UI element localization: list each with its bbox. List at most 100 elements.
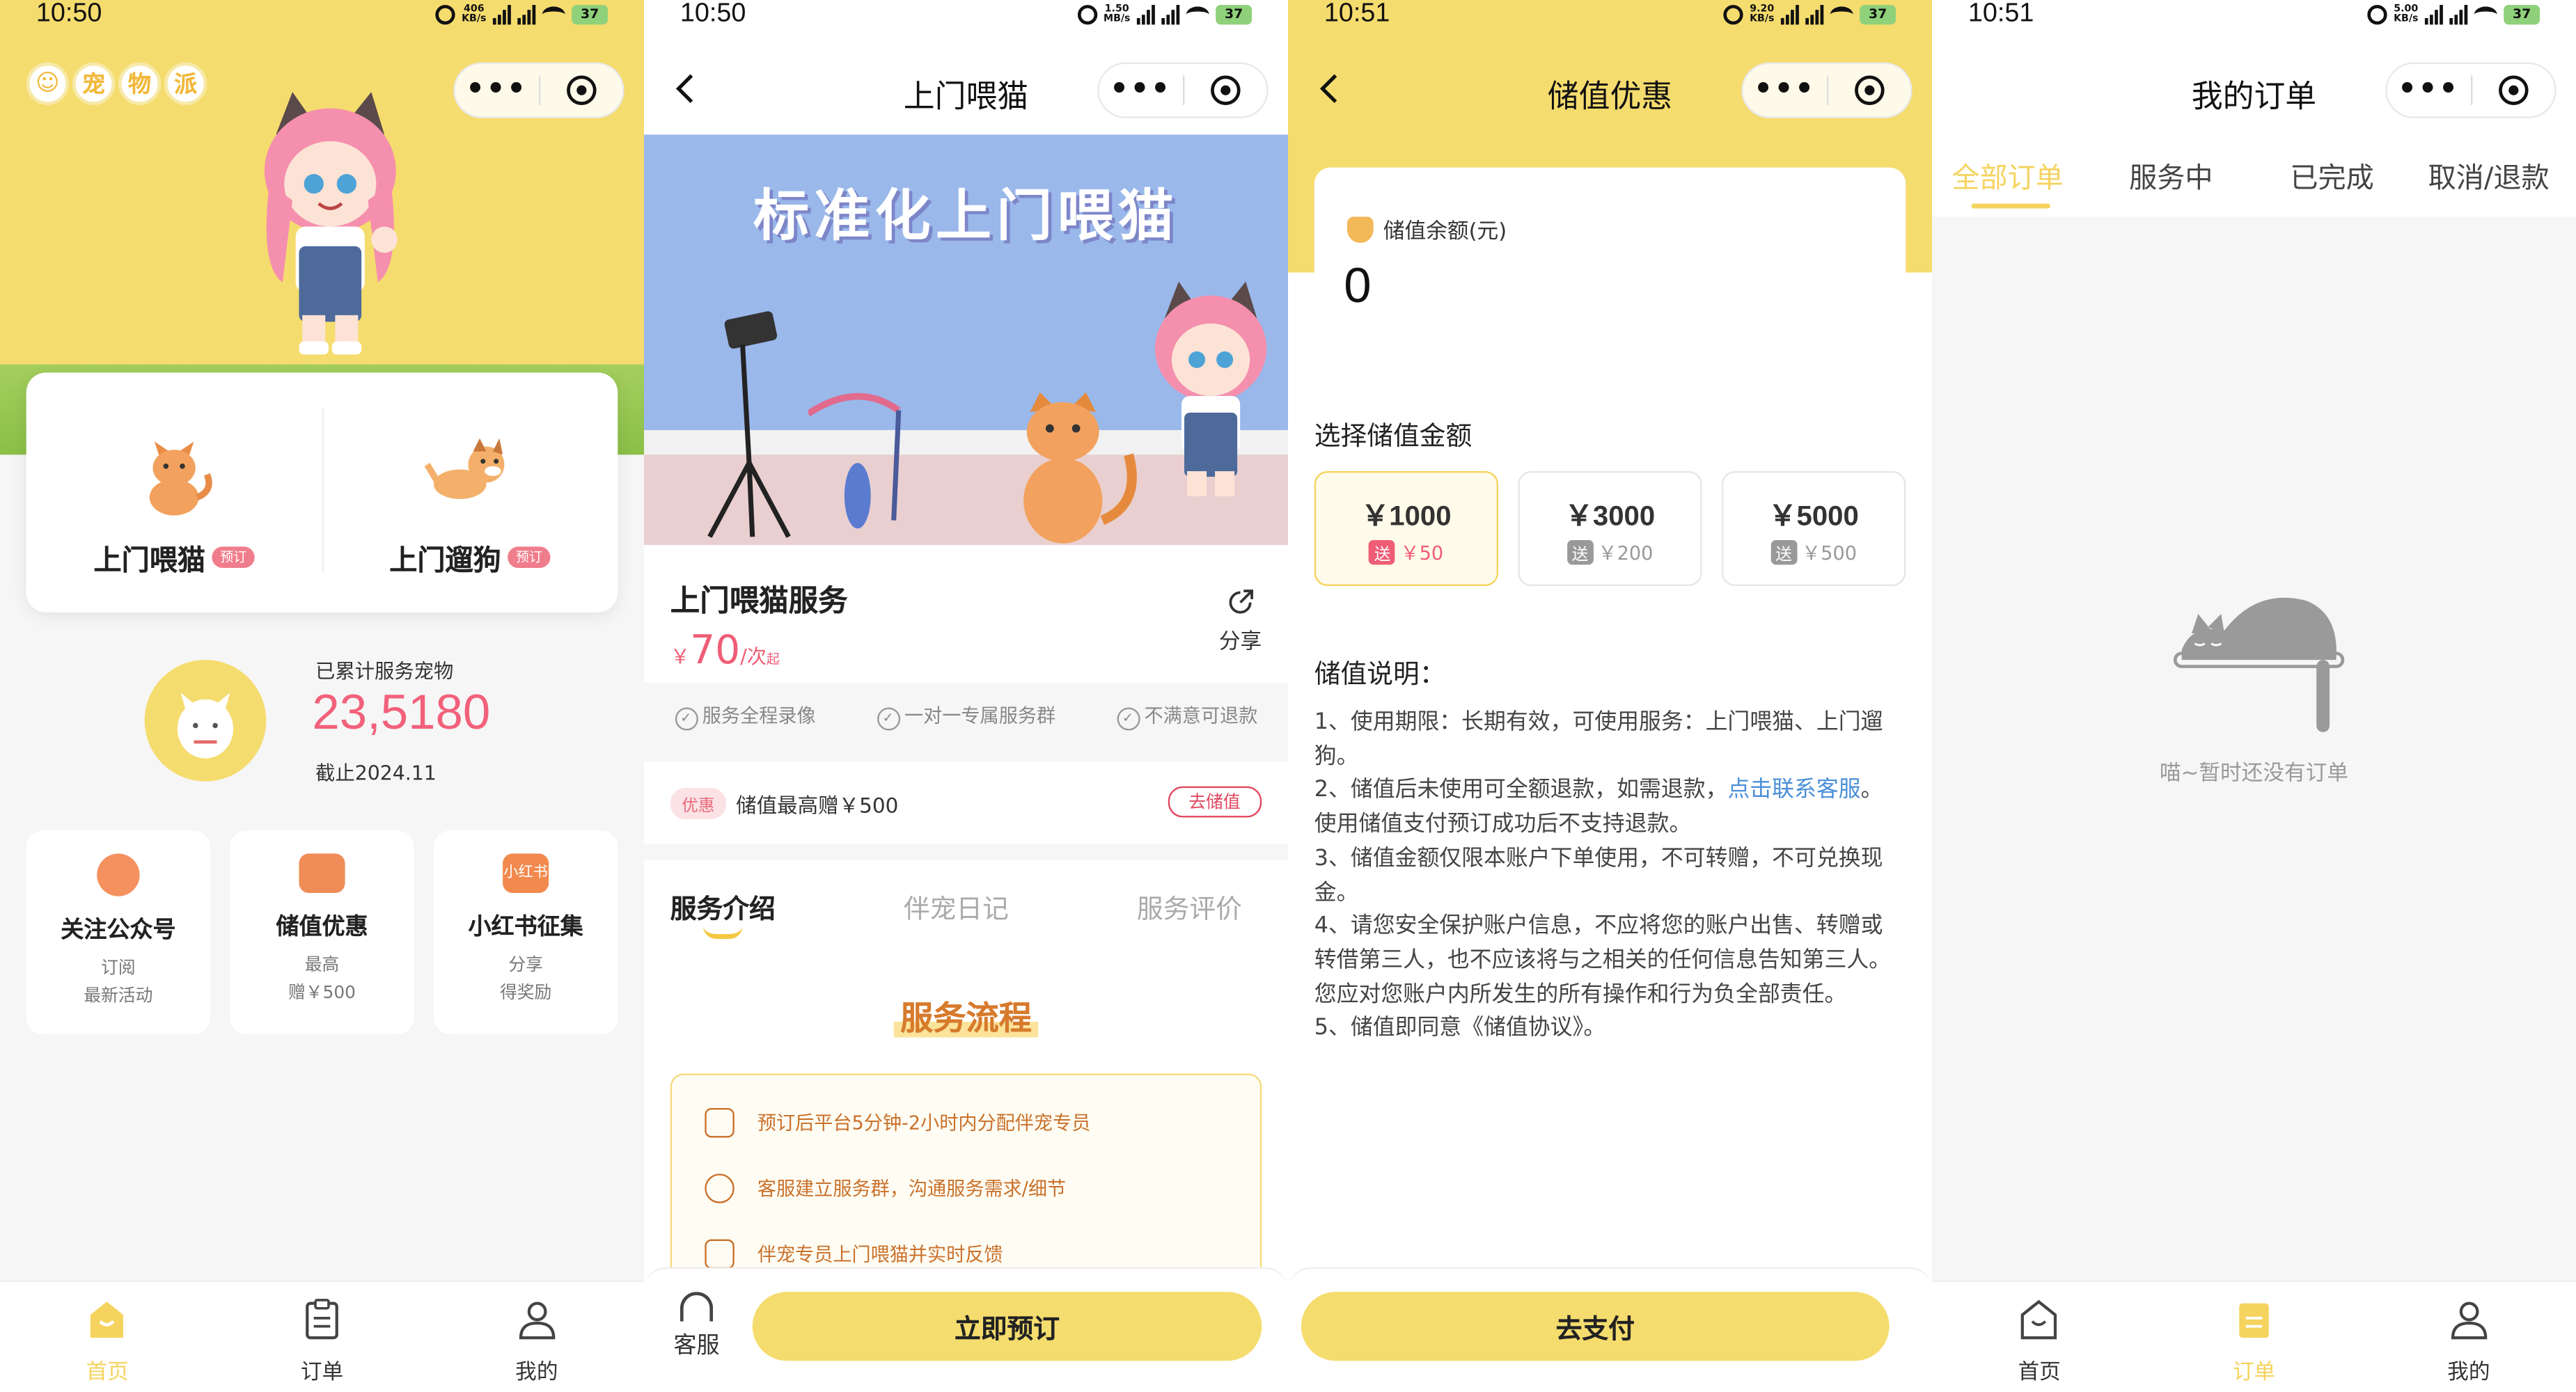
empty-state: 喵~暂时还没有订单 <box>1932 585 2576 786</box>
amount-option-3000[interactable]: ￥3000 送 ￥200 <box>1518 470 1702 586</box>
cat-service-screen: 10:50 1.50 MB/s 37 上门喂猫 ••• 标准化上门喂猫 上门喂猫… <box>644 0 1289 1392</box>
tab-service-intro[interactable]: 服务介绍 <box>670 887 776 926</box>
orders-screen: 10:51 5.00 KB/s 37 我的 订单 ••• 全部订单 服务中 已完成… <box>1932 0 2576 1392</box>
network-speed: 5.00 KB/s <box>2394 3 2419 25</box>
tab-label: 订单 <box>300 1361 344 1386</box>
box-icon <box>705 1239 735 1270</box>
promo-sub: 分享 得奖励 <box>499 955 552 1004</box>
tab-home[interactable]: 首页 <box>1932 1282 2146 1392</box>
wechat-icon <box>97 853 140 896</box>
promo-recharge[interactable]: 储值优惠 最高 赠￥500 <box>230 830 414 1034</box>
amount-option-5000[interactable]: ￥5000 送 ￥500 <box>1721 470 1906 586</box>
service-dog-walking[interactable]: 上门遛狗 预订 <box>322 406 618 586</box>
service-price: ￥70/次起 <box>670 626 780 673</box>
tab-pet-diary[interactable]: 伴宠日记 <box>904 887 1009 926</box>
amount-gift: 送 ￥500 <box>1723 539 1904 567</box>
note-item: 2、储值后未使用可全额退款，如需退款，点击联系客服。使用储值支付预订成功后不支持… <box>1314 777 1883 838</box>
share-button[interactable]: 分享 <box>1219 587 1262 655</box>
network-speed: 1.50 MB/s <box>1103 3 1131 25</box>
stats-caption: 已累计服务宠物 <box>315 660 454 683</box>
headset-icon <box>680 1292 714 1322</box>
signal-icon <box>2449 5 2468 25</box>
more-button[interactable]: ••• <box>1099 65 1182 115</box>
signal-icon <box>1161 5 1180 25</box>
signal-icon <box>1805 5 1824 25</box>
record-icon <box>2498 75 2528 105</box>
service-label: 上门喂猫 <box>93 545 205 578</box>
close-miniprogram-button[interactable] <box>1828 75 1910 105</box>
logo-char: 物 <box>118 62 162 105</box>
clipboard-icon <box>306 1299 338 1340</box>
tab-profile[interactable]: 我的 <box>2362 1282 2576 1392</box>
close-miniprogram-button[interactable] <box>1184 75 1266 105</box>
service-label: 上门遛狗 <box>389 545 501 578</box>
tab-in-service[interactable]: 服务中 <box>2129 155 2213 195</box>
promo-title: 关注公众号 <box>61 917 176 944</box>
record-icon <box>566 75 596 105</box>
service-cat-feeding[interactable]: 上门喂猫 预订 <box>26 406 322 586</box>
tab-cancel-refund[interactable]: 取消/退款 <box>2428 155 2550 195</box>
pay-button[interactable]: 去支付 <box>1301 1292 1890 1361</box>
note-item: 5、储值即同意《储值协议》。 <box>1314 1015 1606 1042</box>
contact-service-link[interactable]: 点击联系客服 <box>1727 777 1860 804</box>
tab-all-orders[interactable]: 全部订单 <box>1951 155 2063 195</box>
flow-step: 客服建立服务群，沟通服务需求/细节 <box>705 1173 1066 1203</box>
detail-tabs: 服务介绍 伴宠日记 服务评价 <box>644 860 1289 959</box>
promo-sub: 订阅 最新活动 <box>84 958 153 1006</box>
signal-icon <box>2424 5 2443 25</box>
signal-icon <box>492 5 511 25</box>
promo-sub: 最高 赠￥500 <box>288 955 356 1004</box>
status-time: 10:51 <box>1968 0 2034 29</box>
amount-value: ￥1000 <box>1361 500 1452 532</box>
status-time: 10:50 <box>680 0 746 29</box>
note-item: 4、请您安全保护账户信息，不应将您的账户出售、转赠或转借第三人，也不应该将与之相… <box>1314 912 1892 1008</box>
tab-label: 我的 <box>2447 1361 2490 1386</box>
coupon-strip: 优惠 储值最高赠￥500 去储值 <box>644 748 1289 860</box>
guarantee-item: 服务全程录像 <box>675 702 816 729</box>
orange-cat-illustration <box>1023 392 1137 544</box>
share-label: 分享 <box>1218 630 1262 656</box>
flow-step: 伴宠专员上门喂猫并实时反馈 <box>705 1239 1003 1270</box>
balance-label: 储值余额(元) <box>1346 214 1507 244</box>
wallet-icon <box>299 853 345 894</box>
tab-label: 我的 <box>515 1361 558 1386</box>
empty-text: 喵~暂时还没有订单 <box>2159 761 2349 786</box>
banner-title: 标准化上门喂猫 <box>753 184 1179 250</box>
customer-service-button[interactable]: 客服 <box>673 1292 720 1361</box>
note-item: 3、储值金额仅限本账户下单使用，不可转赠，不可兑换现金。 <box>1314 845 1883 905</box>
tripod-phone-illustration <box>707 311 791 538</box>
fish-toy-illustration <box>808 393 902 529</box>
more-button[interactable]: ••• <box>455 65 538 115</box>
stats-date: 截止2024.11 <box>315 761 437 785</box>
promo-wechat-follow[interactable]: 关注公众号 订阅 最新活动 <box>26 830 211 1034</box>
wifi-icon <box>2474 6 2497 23</box>
user-icon <box>2451 1302 2487 1340</box>
tab-profile[interactable]: 我的 <box>430 1282 644 1392</box>
tab-completed[interactable]: 已完成 <box>2290 155 2373 195</box>
alarm-icon <box>1077 5 1097 25</box>
sleeping-cat-icon <box>2173 597 2345 732</box>
miniprogram-capsule: ••• <box>453 62 625 118</box>
tab-reviews[interactable]: 服务评价 <box>1137 887 1242 926</box>
book-now-button[interactable]: 立即预订 <box>752 1292 1262 1361</box>
guarantee-item: 不满意可退款 <box>1116 702 1258 729</box>
promo-xiaohongshu[interactable]: 小红书 小红书征集 分享 得奖励 <box>433 830 618 1034</box>
wifi-icon <box>1186 6 1209 23</box>
close-miniprogram-button[interactable] <box>540 75 622 105</box>
tab-home[interactable]: 首页 <box>0 1282 214 1392</box>
close-miniprogram-button[interactable] <box>2472 75 2554 105</box>
more-button[interactable]: ••• <box>1743 65 1826 115</box>
tab-label: 订单 <box>2232 1361 2276 1386</box>
amount-option-1000[interactable]: ￥1000 送 ￥50 <box>1314 470 1499 586</box>
service-info: 上门喂猫服务 ￥70/次起 分享 <box>644 545 1289 683</box>
more-button[interactable]: ••• <box>2387 65 2470 115</box>
money-bag-icon <box>1346 216 1374 242</box>
xiaohongshu-icon: 小红书 <box>503 853 549 894</box>
service-card: 上门喂猫 预订 上门遛狗 预订 <box>26 372 618 612</box>
amount-value: ￥5000 <box>1768 500 1859 532</box>
tab-orders[interactable]: 订单 <box>2146 1282 2361 1392</box>
tab-orders[interactable]: 订单 <box>214 1282 429 1392</box>
note-item: 1、使用期限：长期有效，可使用服务：上门喂猫、上门遛狗。 <box>1314 709 1883 770</box>
network-speed: 9.20 KB/s <box>1750 3 1775 25</box>
go-recharge-button[interactable]: 去储值 <box>1167 786 1262 818</box>
